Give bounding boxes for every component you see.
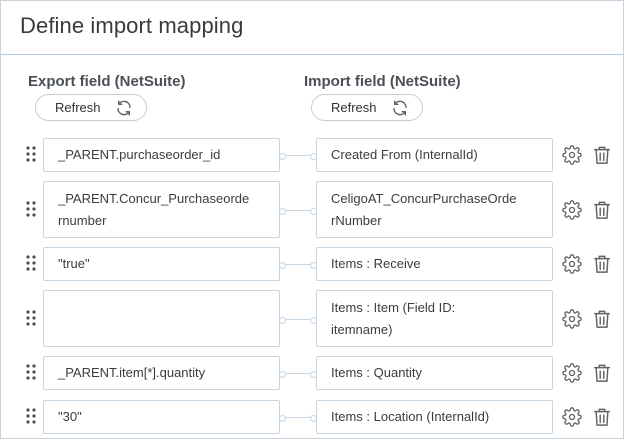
refresh-icon: [393, 100, 407, 116]
export-field-line: _PARENT.Concur_Purchaseorde: [58, 190, 250, 206]
drag-handle-icon[interactable]: [25, 310, 37, 326]
trash-icon[interactable]: [593, 363, 611, 383]
import-field-line: CeligoAT_ConcurPurchaseOrde: [331, 190, 517, 206]
mapping-connector: [279, 153, 317, 160]
gear-icon[interactable]: [562, 309, 582, 329]
mapping-row: "true" Items : Receive: [1, 247, 624, 281]
export-field[interactable]: _PARENT.purchaseorder_id: [43, 138, 280, 172]
trash-icon[interactable]: [593, 309, 611, 329]
mapping-row: "30" Items : Location (InternalId): [1, 400, 624, 434]
mapping-connector: [279, 415, 317, 422]
page-title: Define import mapping: [20, 13, 244, 38]
import-field-value: Items : Location (InternalId): [331, 409, 490, 424]
export-field[interactable]: "true": [43, 247, 280, 281]
import-field-value: Items : Quantity: [331, 365, 423, 380]
export-column-title: Export field (NetSuite): [28, 73, 186, 90]
export-field-value: _PARENT.purchaseorder_id: [58, 147, 221, 162]
import-field-line: Items : Item (Field ID:: [331, 299, 456, 315]
mapping-row: _PARENT.item[*].quantity Items : Quantity: [1, 356, 624, 390]
import-field[interactable]: Created From (InternalId): [316, 138, 553, 172]
import-field[interactable]: CeligoAT_ConcurPurchaseOrde rNumber: [316, 181, 553, 238]
trash-icon[interactable]: [593, 145, 611, 165]
mapping-connector: [279, 317, 317, 324]
export-field-value: _PARENT.item[*].quantity: [58, 365, 206, 380]
mapping-connector: [279, 371, 317, 378]
refresh-label: Refresh: [331, 100, 377, 115]
mapping-row: _PARENT.Concur_Purchaseordernumber Celigo…: [1, 181, 624, 238]
mapping-row: _PARENT.purchaseorder_id Created From (In…: [1, 138, 624, 172]
gear-icon[interactable]: [562, 254, 582, 274]
import-field[interactable]: Items : Item (Field ID: itemname): [316, 290, 553, 347]
import-refresh-button[interactable]: Refresh: [311, 94, 423, 121]
export-field-line: rnumber: [58, 212, 107, 228]
export-field[interactable]: _PARENT.item[*].quantity: [43, 356, 280, 390]
import-field[interactable]: Items : Location (InternalId): [316, 400, 553, 434]
import-field-line: itemname): [331, 321, 393, 337]
import-field[interactable]: Items : Quantity: [316, 356, 553, 390]
drag-handle-icon[interactable]: [25, 146, 37, 162]
mapping-row: Items : Item (Field ID: itemname): [1, 290, 624, 347]
mapping-connector: [279, 262, 317, 269]
drag-handle-icon[interactable]: [25, 255, 37, 271]
panel-header: Define import mapping: [1, 1, 623, 55]
import-field-value: Items : Receive: [331, 256, 421, 271]
gear-icon[interactable]: [562, 145, 582, 165]
import-column-title: Import field (NetSuite): [304, 73, 461, 90]
refresh-label: Refresh: [55, 100, 101, 115]
mapping-connector: [279, 208, 317, 215]
gear-icon[interactable]: [562, 200, 582, 220]
export-field[interactable]: _PARENT.Concur_Purchaseordernumber: [43, 181, 280, 238]
export-field[interactable]: [43, 290, 280, 347]
drag-handle-icon[interactable]: [25, 364, 37, 380]
gear-icon[interactable]: [562, 407, 582, 427]
import-field-line: rNumber: [331, 212, 382, 228]
import-field[interactable]: Items : Receive: [316, 247, 553, 281]
drag-handle-icon[interactable]: [25, 408, 37, 424]
export-field-value: "true": [58, 256, 90, 271]
trash-icon[interactable]: [593, 407, 611, 427]
drag-handle-icon[interactable]: [25, 201, 37, 217]
trash-icon[interactable]: [593, 200, 611, 220]
export-field-value: "30": [58, 409, 82, 424]
refresh-icon: [117, 100, 131, 116]
trash-icon[interactable]: [593, 254, 611, 274]
import-mapping-panel: Define import mapping Export field (NetS…: [0, 0, 624, 439]
import-field-value: Created From (InternalId): [331, 147, 478, 162]
gear-icon[interactable]: [562, 363, 582, 383]
export-field[interactable]: "30": [43, 400, 280, 434]
export-refresh-button[interactable]: Refresh: [35, 94, 147, 121]
